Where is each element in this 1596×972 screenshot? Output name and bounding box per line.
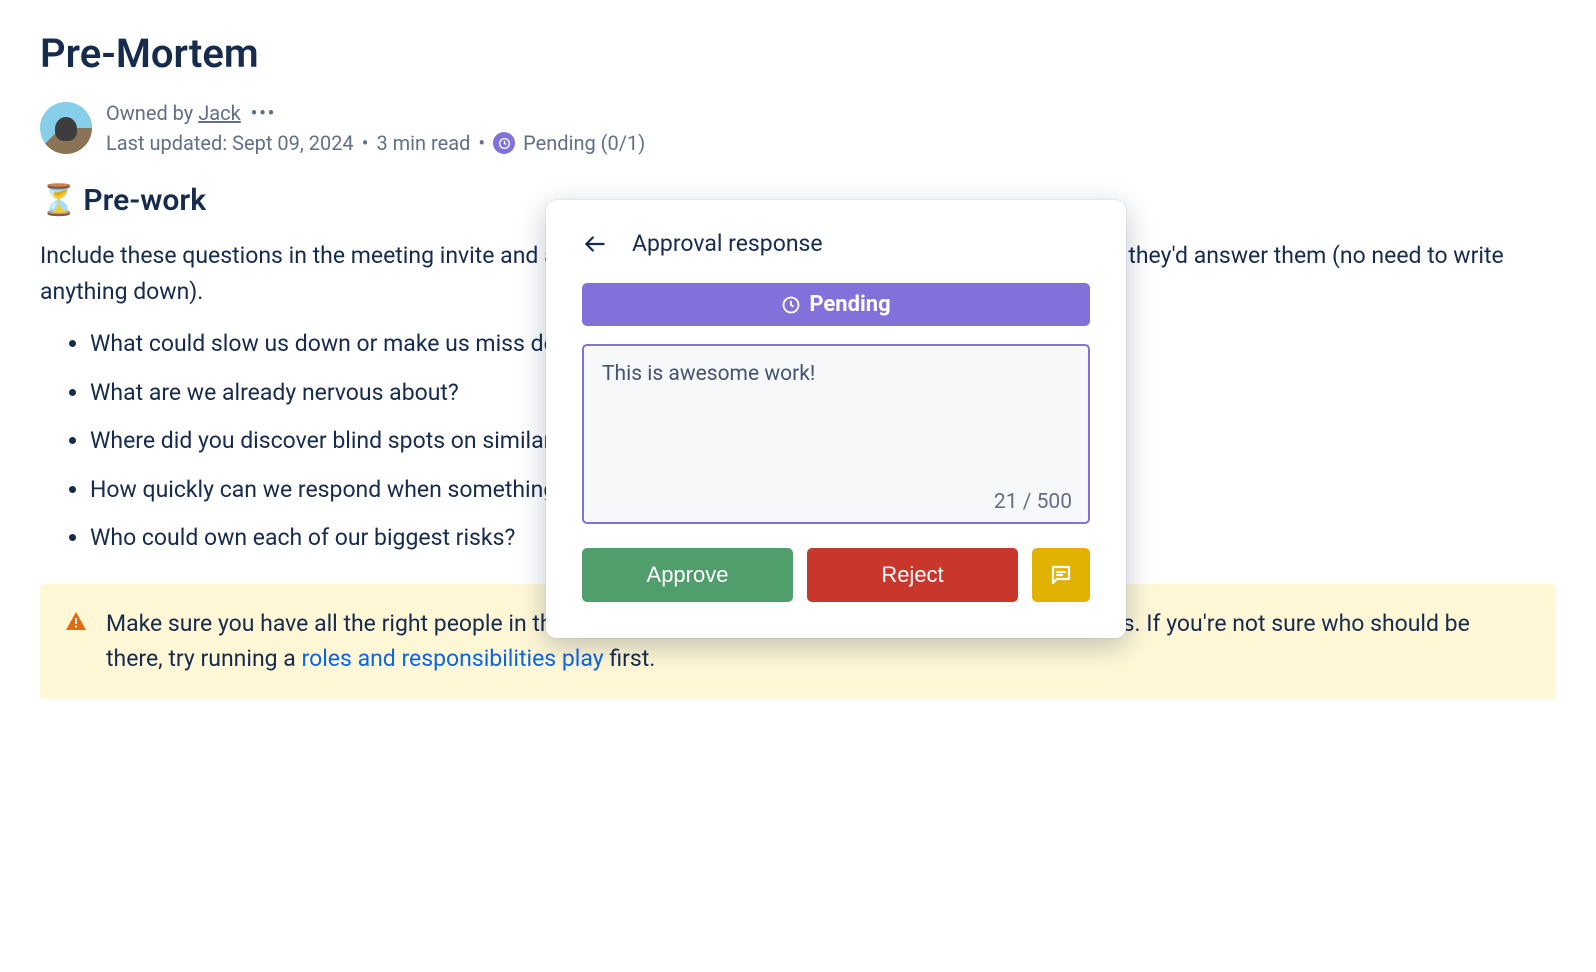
- note-link[interactable]: roles and responsibilities play: [302, 645, 604, 672]
- hourglass-icon: ⏳: [40, 183, 77, 218]
- pending-status[interactable]: Pending (0/1): [493, 131, 645, 155]
- approval-popup: Approval response Pending 21 / 500 Appro…: [546, 200, 1126, 638]
- page-title: Pre-Mortem: [40, 30, 1556, 77]
- pending-banner: Pending: [582, 283, 1090, 326]
- clock-icon: [493, 132, 515, 154]
- comment-wrapper: 21 / 500: [582, 344, 1090, 528]
- reject-button[interactable]: Reject: [807, 548, 1018, 602]
- popup-header: Approval response: [582, 230, 1090, 257]
- last-updated-text: Last updated: Sept 09, 2024: [106, 131, 354, 155]
- separator-dot: •: [478, 131, 485, 155]
- separator-dot: •: [362, 131, 369, 155]
- pending-label: Pending (0/1): [523, 131, 645, 155]
- warning-icon: [64, 609, 88, 645]
- avatar[interactable]: [40, 102, 92, 154]
- page-meta: Owned by Jack ••• Last updated: Sept 09,…: [40, 101, 1556, 155]
- note-suffix: first.: [604, 645, 656, 672]
- meta-line-details: Last updated: Sept 09, 2024 • 3 min read…: [106, 131, 645, 155]
- clock-icon: [781, 295, 801, 315]
- more-menu-icon[interactable]: •••: [251, 103, 276, 124]
- approve-button[interactable]: Approve: [582, 548, 793, 602]
- read-time-text: 3 min read: [376, 131, 470, 155]
- comment-button[interactable]: [1032, 548, 1090, 602]
- comment-icon: [1049, 563, 1073, 587]
- char-count: 21 / 500: [994, 490, 1072, 514]
- popup-title: Approval response: [632, 230, 823, 257]
- section-heading-text: Pre-work: [83, 183, 206, 218]
- meta-text-block: Owned by Jack ••• Last updated: Sept 09,…: [106, 101, 645, 155]
- owned-by-prefix: Owned by: [106, 101, 198, 125]
- back-arrow-icon[interactable]: [582, 231, 608, 257]
- meta-line-owner: Owned by Jack •••: [106, 101, 645, 125]
- owner-link[interactable]: Jack: [198, 101, 241, 125]
- button-row: Approve Reject: [582, 548, 1090, 602]
- pending-banner-text: Pending: [809, 292, 890, 317]
